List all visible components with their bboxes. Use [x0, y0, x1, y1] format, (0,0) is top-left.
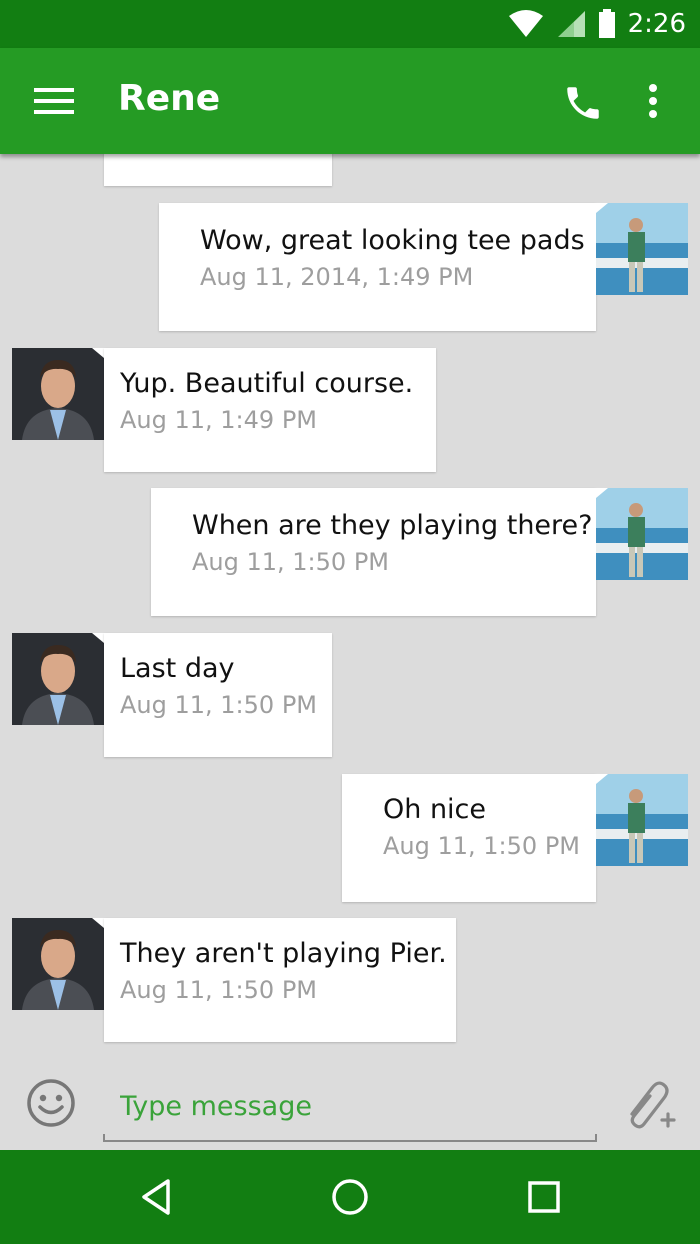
- message-text: They aren't playing Pier.: [120, 938, 447, 969]
- back-icon[interactable]: [134, 1175, 178, 1219]
- wifi-icon: [508, 10, 543, 37]
- status-icons: 2:26: [508, 0, 686, 48]
- message-timestamp: Aug 11, 1:50 PM: [383, 832, 580, 860]
- avatar-contact[interactable]: [12, 633, 104, 725]
- message-bubble-outgoing[interactable]: When are they playing there? Aug 11, 1:5…: [151, 488, 596, 616]
- home-icon[interactable]: [328, 1175, 372, 1219]
- more-vert-icon[interactable]: [646, 84, 660, 122]
- avatar-self[interactable]: [596, 203, 688, 295]
- emoji-icon[interactable]: [26, 1078, 76, 1128]
- system-nav-bar: [0, 1150, 700, 1244]
- message-timestamp: Aug 11, 1:50 PM: [192, 548, 389, 576]
- message-text: When are they playing there?: [192, 510, 593, 541]
- avatar-self[interactable]: [596, 774, 688, 866]
- message-input[interactable]: [104, 1076, 610, 1136]
- recents-icon[interactable]: [522, 1175, 566, 1219]
- message-text: Wow, great looking tee pads: [200, 225, 585, 256]
- avatar-contact[interactable]: [12, 918, 104, 1010]
- avatar-contact[interactable]: [12, 348, 104, 440]
- cell-signal-icon: [557, 11, 585, 37]
- battery-icon: [598, 9, 615, 38]
- attach-icon[interactable]: [622, 1076, 676, 1134]
- avatar-self[interactable]: [596, 488, 688, 580]
- message-text: Yup. Beautiful course.: [120, 368, 414, 399]
- message-text: Last day: [120, 653, 235, 684]
- message-bubble-incoming[interactable]: They aren't playing Pier. Aug 11, 1:50 P…: [104, 918, 456, 1042]
- message-timestamp: Aug 11, 2014, 1:49 PM: [200, 263, 474, 291]
- composer-bar: [0, 1064, 700, 1150]
- message-timestamp: Aug 11, 1:49 PM: [120, 406, 317, 434]
- message-text: Oh nice: [383, 794, 487, 825]
- phone-icon[interactable]: [562, 82, 604, 124]
- conversation-title: Rene: [118, 78, 221, 119]
- message-bubble-incoming[interactable]: Yup. Beautiful course. Aug 11, 1:49 PM: [104, 348, 436, 472]
- status-time: 2:26: [627, 9, 686, 39]
- input-underline: [103, 1134, 597, 1142]
- message-timestamp: Aug 11, 1:50 PM: [120, 976, 317, 1004]
- message-bubble-outgoing[interactable]: Wow, great looking tee pads Aug 11, 2014…: [159, 203, 596, 331]
- message-bubble-outgoing[interactable]: Oh nice Aug 11, 1:50 PM: [342, 774, 596, 902]
- message-timestamp: Aug 11, 1:50 PM: [120, 691, 317, 719]
- app-bar: Rene: [0, 48, 700, 154]
- message-list: Wow, great looking tee pads Aug 11, 2014…: [0, 154, 700, 1064]
- menu-icon[interactable]: [34, 88, 74, 116]
- message-bubble[interactable]: [104, 154, 332, 186]
- message-bubble-incoming[interactable]: Last day Aug 11, 1:50 PM: [104, 633, 332, 757]
- status-bar: 2:26: [0, 0, 700, 48]
